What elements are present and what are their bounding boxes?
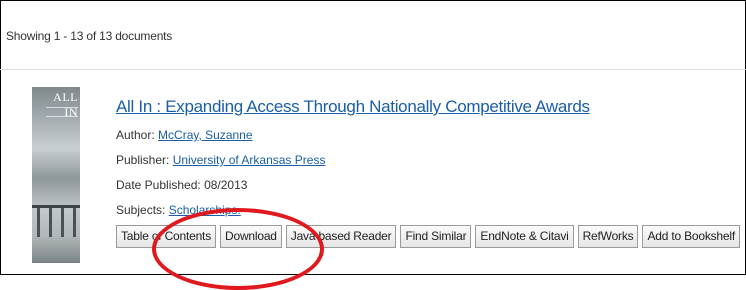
results-count: Showing 1 - 13 of 13 documents — [6, 29, 173, 43]
date-published-label: Date Published: — [116, 178, 201, 192]
refworks-button[interactable]: RefWorks — [577, 225, 639, 248]
date-published-row: Date Published: 08/2013 — [116, 178, 247, 192]
subject-link[interactable]: Scholarships. — [169, 203, 241, 217]
subjects-label: Subjects: — [116, 203, 166, 217]
publisher-link[interactable]: University of Arkansas Press — [173, 153, 326, 167]
table-of-contents-button[interactable]: Table of Contents — [116, 225, 216, 248]
cover-subtitle-lines — [46, 107, 78, 117]
cover-ground — [32, 237, 80, 263]
find-similar-button[interactable]: Find Similar — [400, 225, 472, 248]
author-label: Author: — [116, 128, 155, 142]
book-cover-thumbnail[interactable]: ALL IN — [32, 87, 80, 263]
author-link[interactable]: McCray, Suzanne — [158, 128, 252, 142]
document-title-link[interactable]: All In : Expanding Access Through Nation… — [116, 97, 590, 117]
date-published-value: 08/2013 — [204, 178, 248, 192]
subjects-row: Subjects: Scholarships. — [116, 203, 241, 217]
java-based-reader-button[interactable]: Java based Reader — [285, 225, 397, 248]
add-to-bookshelf-button[interactable]: Add to Bookshelf — [642, 225, 740, 248]
divider — [0, 69, 746, 70]
publisher-row: Publisher: University of Arkansas Press — [116, 153, 325, 167]
endnote-citavi-button[interactable]: EndNote & Citavi — [475, 225, 574, 248]
author-row: Author: McCray, Suzanne — [116, 128, 253, 142]
publisher-label: Publisher: — [116, 153, 170, 167]
action-toolbar: Table of Contents Download Java based Read… — [116, 225, 744, 248]
download-button[interactable]: Download — [220, 225, 282, 248]
